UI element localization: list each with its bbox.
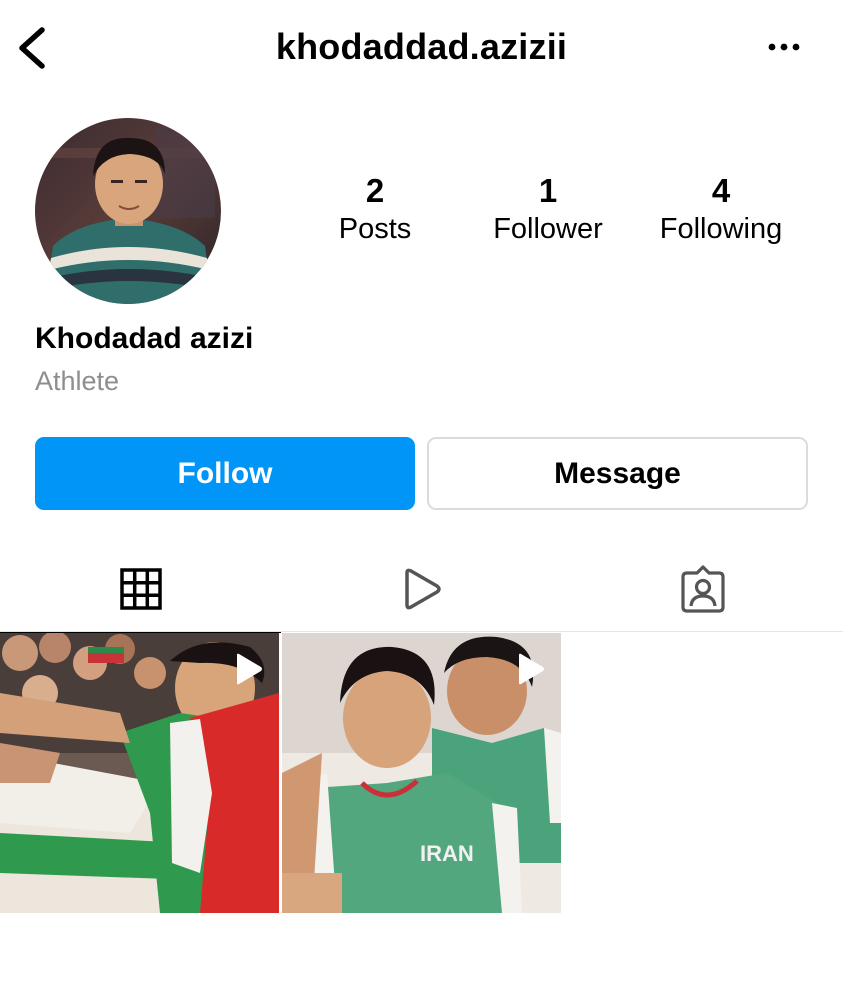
play-icon (237, 653, 262, 685)
follow-button[interactable]: Follow (35, 437, 415, 510)
profile-tabs (0, 545, 843, 633)
followers-stat[interactable]: 1 Follower (468, 172, 628, 248)
followers-label: Follower (493, 213, 603, 245)
posts-grid: IRAN (0, 633, 843, 913)
posts-label: Posts (338, 213, 412, 245)
profile-category: Athlete (35, 366, 120, 396)
tab-posts-grid[interactable] (0, 545, 281, 633)
jersey-iran-text: IRAN (420, 841, 474, 866)
grid-icon (119, 568, 162, 610)
tabs-divider (0, 631, 843, 632)
profile-stats: 2 Posts 1 Follower 4 Following (290, 172, 810, 252)
more-options-button[interactable] (767, 40, 801, 54)
tab-reels[interactable] (281, 545, 562, 633)
posts-count: 2 (365, 172, 385, 209)
posts-count-stat: 2 Posts (295, 172, 455, 248)
followers-count: 1 (538, 172, 558, 209)
following-stat[interactable]: 4 Following (641, 172, 801, 248)
profile-username-title: khodaddad.azizii (275, 26, 568, 67)
tagged-person-icon (680, 565, 725, 613)
post-thumbnail-1[interactable] (0, 633, 279, 913)
reels-play-icon (404, 568, 441, 610)
profile-avatar[interactable] (35, 118, 221, 304)
profile-header: khodaddad.azizii (0, 0, 843, 96)
play-icon (519, 653, 544, 685)
profile-display-name: Khodadad azizi (35, 322, 254, 355)
message-button[interactable]: Message (427, 437, 808, 510)
post-thumbnail-2[interactable]: IRAN (282, 633, 561, 913)
tab-tagged[interactable] (562, 545, 843, 633)
following-count: 4 (711, 172, 731, 209)
ellipsis-icon (768, 43, 800, 51)
following-label: Following (659, 213, 783, 245)
